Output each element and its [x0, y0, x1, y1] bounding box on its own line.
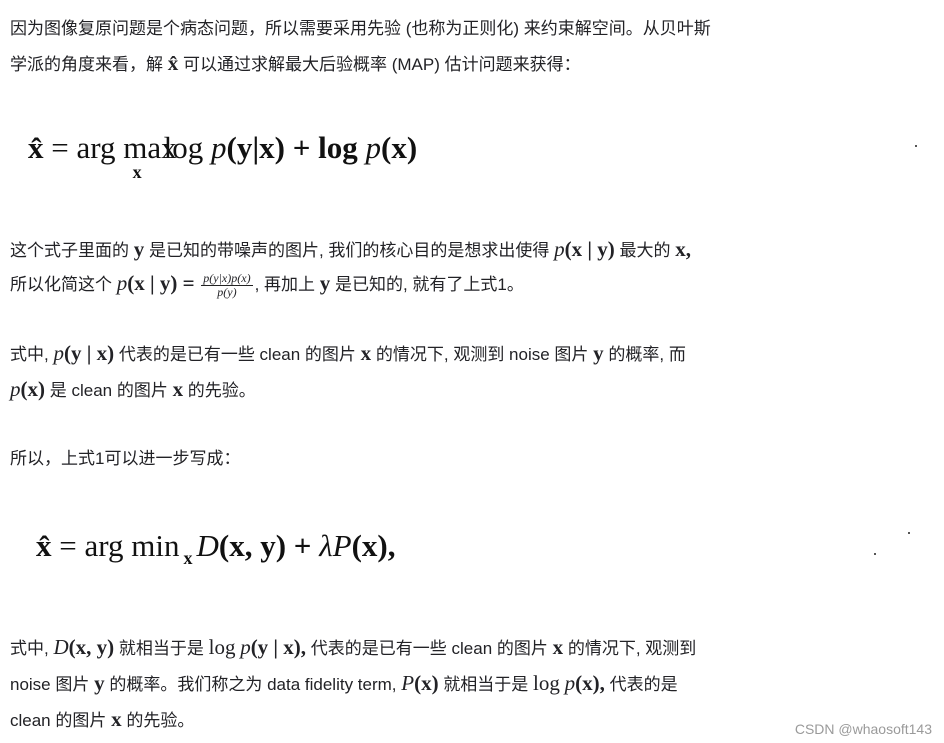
stray-dot: [915, 145, 917, 147]
fidelity-line-3: clean 的图片 x 的先验。: [10, 707, 195, 731]
explain-line-1: 这个式子里面的 y 是已知的带噪声的图片, 我们的核心目的是想求出使得 p(x …: [10, 237, 691, 261]
stray-dot-3: [874, 553, 876, 555]
fidelity-line-2: noise 图片 y 的概率。我们称之为 data fidelity term,…: [10, 671, 678, 695]
fidelity-line-1: 式中, D(x, y) 就相当于是 log p(y | x), 代表的是已有一些…: [10, 635, 697, 659]
stray-dot-2: [908, 532, 910, 534]
likelihood-line-2: p(x) 是 clean 的图片 x 的先验。: [10, 377, 256, 401]
intro-line-2: 学派的角度来看，解 x̂ 可以通过求解最大后验概率 (MAP) 估计问题来获得：: [10, 51, 581, 75]
intro-line-1: 因为图像复原问题是个病态问题，所以需要采用先验 (也称为正则化) 来约束解空间。…: [10, 19, 711, 38]
transition-line: 所以，上式1可以进一步写成：: [10, 449, 241, 468]
explain-line-2: 所以化简这个 p(x | y) = p(y|x)p(x) p(y) , 再加上 …: [10, 271, 524, 300]
map-equation: x̂ = arg maxxlog p(y|x) + log p(x): [28, 130, 418, 182]
bayes-fraction: p(y|x)p(x) p(y): [201, 271, 253, 300]
csdn-watermark: CSDN @whaosoft143: [794, 721, 932, 737]
regularized-equation: x̂ = arg min x D(x, y) + λP(x),: [36, 528, 396, 568]
likelihood-line-1: 式中, p(y | x) 代表的是已有一些 clean 的图片 x 的情况下, …: [10, 341, 686, 365]
